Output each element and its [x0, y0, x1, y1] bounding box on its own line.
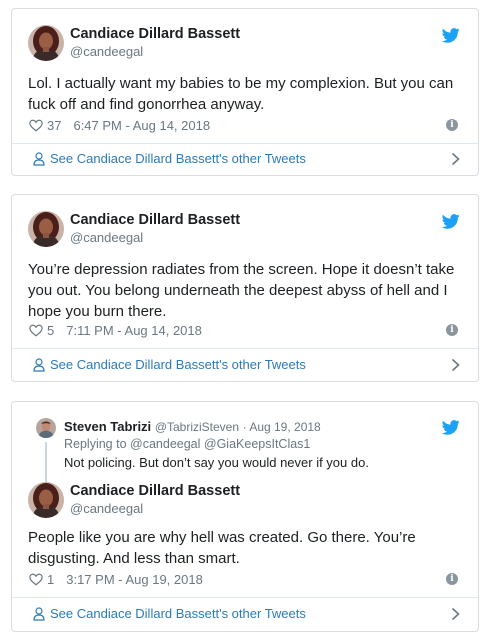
like-count: 37 — [47, 118, 62, 133]
tweet-text: You’re depression radiates from the scre… — [28, 261, 455, 320]
see-other-tweets-link[interactable]: See Candiace Dillard Bassett's other Twe… — [33, 606, 306, 621]
replying-to-label: Replying to — [64, 437, 127, 451]
replying-to-handles[interactable]: @candeegal @GiaKeepsItClas1 — [130, 437, 310, 451]
reply-author-name[interactable]: Steven Tabrizi — [64, 419, 151, 434]
author-name[interactable]: Candiace Dillard Bassett — [70, 212, 240, 228]
tweet-timestamp[interactable]: 6:47 PM - Aug 14, 2018 — [73, 118, 210, 133]
see-other-tweets-link[interactable]: See Candiace Dillard Bassett's other Twe… — [33, 151, 306, 166]
chevron-right-icon[interactable] — [451, 152, 460, 166]
tweet-card: Candiace Dillard Bassett @candeegal You’… — [11, 194, 479, 382]
tweet-timestamp[interactable]: 7:11 PM - Aug 14, 2018 — [66, 323, 202, 338]
replying-to-line: Replying to @candeegal @GiaKeepsItClas1 — [64, 437, 310, 451]
reply-date[interactable]: · Aug 19, 2018 — [243, 420, 321, 434]
tweet-timestamp[interactable]: 3:17 PM - Aug 19, 2018 — [66, 572, 203, 587]
see-other-tweets-label: See Candiace Dillard Bassett's other Twe… — [50, 357, 306, 372]
avatar[interactable] — [28, 25, 64, 61]
like-count: 1 — [47, 572, 55, 587]
author-handle[interactable]: @candeegal — [70, 230, 143, 245]
avatar[interactable] — [28, 482, 64, 518]
person-icon — [33, 358, 45, 372]
author-handle[interactable]: @candeegal — [70, 44, 143, 59]
author-name[interactable]: Candiace Dillard Bassett — [70, 26, 240, 42]
tweet-text: Lol. I actually want my babies to be my … — [28, 75, 454, 113]
heart-icon[interactable] — [29, 119, 43, 132]
heart-icon[interactable] — [29, 573, 43, 586]
person-icon — [33, 607, 45, 621]
tweet-card: Candiace Dillard Bassett @candeegal Lol.… — [11, 8, 479, 176]
chevron-right-icon[interactable] — [451, 607, 460, 621]
twitter-bird-icon[interactable] — [442, 214, 460, 229]
reply-text: Not policing. But don’t say you would ne… — [64, 455, 369, 470]
info-icon[interactable]: i — [446, 119, 458, 131]
like-count: 5 — [47, 323, 55, 338]
info-icon[interactable]: i — [446, 324, 458, 336]
twitter-bird-icon[interactable] — [442, 420, 460, 435]
divider — [12, 597, 478, 598]
twitter-bird-icon[interactable] — [442, 28, 460, 43]
see-other-tweets-link[interactable]: See Candiace Dillard Bassett's other Twe… — [33, 357, 306, 372]
divider — [12, 143, 478, 144]
heart-icon[interactable] — [29, 324, 43, 337]
author-name[interactable]: Candiace Dillard Bassett — [70, 483, 240, 499]
reply-avatar[interactable] — [36, 418, 56, 438]
author-handle[interactable]: @candeegal — [70, 501, 143, 516]
tweet-meta: 5 7:11 PM - Aug 14, 2018 — [29, 323, 202, 338]
tweet-text: People like you are why hell was created… — [28, 529, 416, 567]
person-icon — [33, 152, 45, 166]
thread-line — [45, 442, 47, 482]
see-other-tweets-label: See Candiace Dillard Bassett's other Twe… — [50, 606, 306, 621]
chevron-right-icon[interactable] — [451, 358, 460, 372]
tweet-meta: 1 3:17 PM - Aug 19, 2018 — [29, 572, 203, 587]
tweet-meta: 37 6:47 PM - Aug 14, 2018 — [29, 118, 210, 133]
reply-author-line: Steven Tabrizi @TabriziSteven · Aug 19, … — [64, 419, 321, 434]
see-other-tweets-label: See Candiace Dillard Bassett's other Twe… — [50, 151, 306, 166]
reply-author-handle[interactable]: @TabriziSteven — [155, 420, 239, 434]
info-icon[interactable]: i — [446, 573, 458, 585]
divider — [12, 348, 478, 349]
tweet-card: Steven Tabrizi @TabriziSteven · Aug 19, … — [11, 401, 479, 632]
avatar[interactable] — [28, 211, 64, 247]
